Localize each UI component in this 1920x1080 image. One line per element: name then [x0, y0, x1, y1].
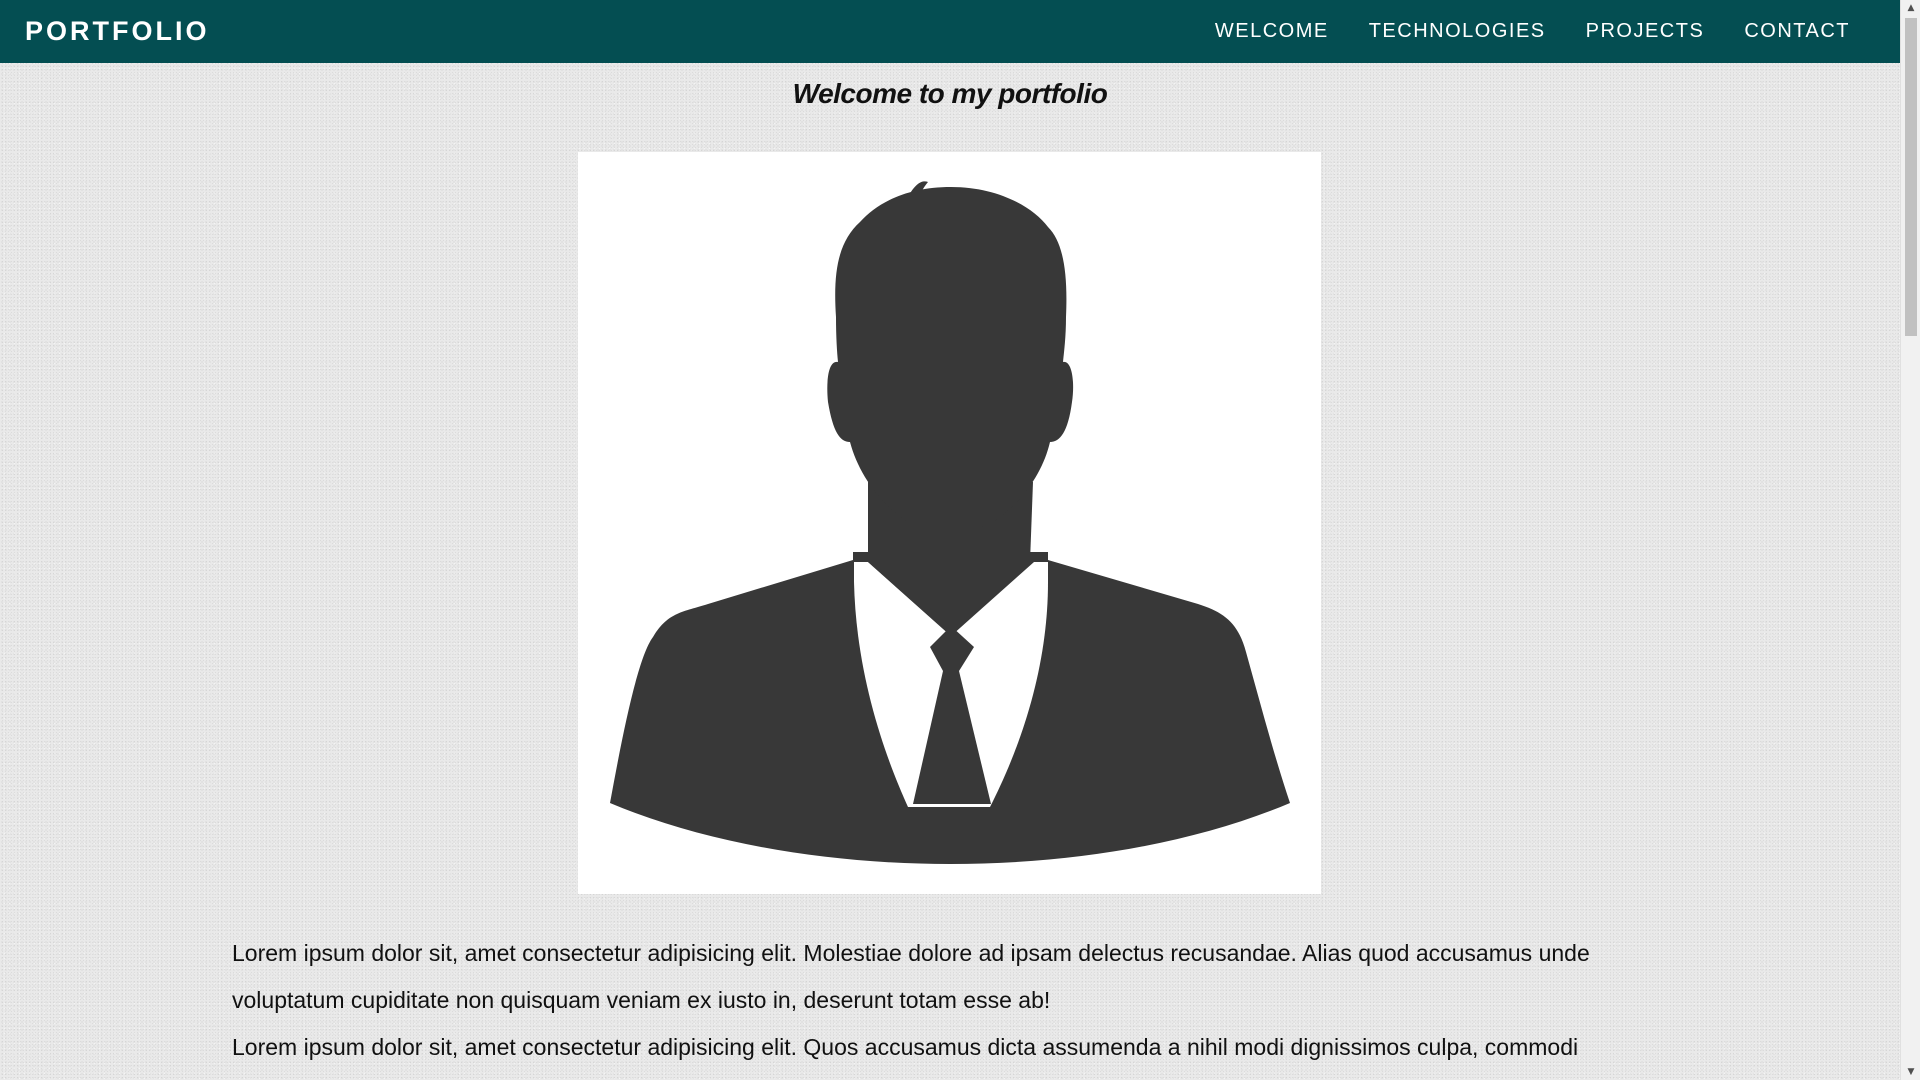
navbar: PORTFOLIO WELCOME TECHNOLOGIES PROJECTS … — [0, 0, 1900, 63]
person-silhouette-icon — [610, 181, 1290, 864]
intro-paragraph-1: Lorem ipsum dolor sit, amet consectetur … — [232, 940, 1590, 1013]
nav-link-contact[interactable]: CONTACT — [1744, 20, 1850, 43]
scroll-down-icon[interactable]: ▼ — [1901, 1064, 1920, 1080]
scroll-up-icon[interactable]: ▲ — [1901, 0, 1920, 16]
vertical-scrollbar[interactable]: ▲ ▼ — [1900, 0, 1920, 1080]
profile-image — [578, 152, 1321, 894]
brand-logo[interactable]: PORTFOLIO — [25, 16, 210, 47]
nav-links: WELCOME TECHNOLOGIES PROJECTS CONTACT — [1175, 20, 1850, 43]
content-section: Lorem ipsum dolor sit, amet consectetur … — [232, 930, 1672, 1071]
nav-link-welcome[interactable]: WELCOME — [1215, 20, 1329, 43]
nav-link-projects[interactable]: PROJECTS — [1586, 20, 1705, 43]
nav-link-technologies[interactable]: TECHNOLOGIES — [1369, 20, 1546, 43]
scroll-thumb[interactable] — [1905, 18, 1917, 336]
intro-paragraph-2: Lorem ipsum dolor sit, amet consectetur … — [232, 1034, 1579, 1060]
page-title: Welcome to my portfolio — [792, 78, 1108, 109]
